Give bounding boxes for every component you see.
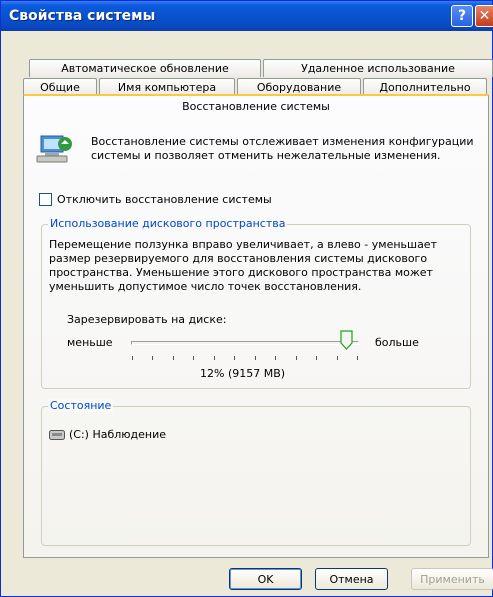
- window-title: Свойства системы: [9, 8, 156, 24]
- tab-remote[interactable]: Удаленное использование: [263, 59, 493, 77]
- slider-tick: [172, 356, 174, 360]
- slider-tick: [254, 356, 256, 360]
- drive-status-label: (C:) Наблюдение: [69, 428, 167, 441]
- slider-tick: [132, 356, 133, 360]
- reserved-space-value: 12% (9157 MB): [200, 367, 286, 380]
- slider-tick: [295, 356, 297, 360]
- status-group: Состояние: [41, 399, 471, 546]
- system-restore-icon: [36, 135, 72, 163]
- disk-usage-title: Использование дискового пространства: [48, 217, 288, 230]
- help-button[interactable]: ?: [451, 5, 473, 27]
- cancel-button[interactable]: Отмена: [315, 568, 388, 590]
- reserve-label: Зарезервировать на диске:: [67, 313, 227, 326]
- apply-button[interactable]: Применить: [411, 568, 493, 590]
- disk-usage-description: Перемещение ползунка вправо увеличивает,…: [49, 238, 437, 293]
- slider-tick: [275, 356, 277, 360]
- slider-tick: [193, 356, 195, 360]
- intro-text: Восстановление системы отслеживает измен…: [91, 135, 474, 162]
- disk-space-slider[interactable]: [131, 341, 359, 345]
- close-button[interactable]: ✕: [475, 5, 493, 27]
- slider-tick: [152, 356, 154, 360]
- tab-row-back: Автоматическое обновление Удаленное испо…: [29, 59, 493, 77]
- slider-thumb[interactable]: [340, 330, 353, 350]
- title-bar[interactable]: Свойства системы ? ✕: [1, 1, 493, 31]
- slider-tick: [336, 356, 338, 360]
- slider-more-label: больше: [375, 336, 419, 349]
- help-icon: ?: [457, 8, 467, 24]
- tab-automatic-updates[interactable]: Автоматическое обновление: [29, 59, 261, 77]
- ok-button[interactable]: OK: [229, 568, 302, 590]
- disable-restore-label: Отключить восстановление системы: [57, 193, 272, 206]
- drive-status-item[interactable]: (C:) Наблюдение: [49, 428, 166, 441]
- disable-restore-checkbox[interactable]: [39, 193, 52, 206]
- slider-tick: [357, 356, 358, 360]
- slider-less-label: меньше: [67, 336, 113, 349]
- disable-restore-checkbox-row[interactable]: Отключить восстановление системы: [39, 193, 272, 206]
- slider-tick: [316, 356, 318, 360]
- status-title: Состояние: [48, 399, 114, 412]
- slider-tick: [234, 356, 236, 360]
- system-properties-window: Свойства системы ? ✕ Автоматическое обно…: [0, 0, 493, 597]
- slider-tick: [213, 356, 215, 360]
- close-icon: ✕: [478, 8, 491, 24]
- tab-system-restore[interactable]: Восстановление системы: [23, 94, 489, 116]
- hard-drive-icon: [49, 429, 65, 440]
